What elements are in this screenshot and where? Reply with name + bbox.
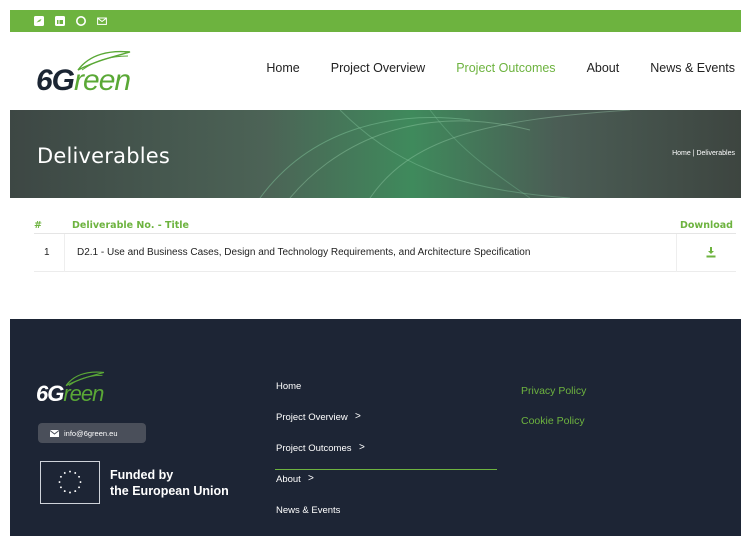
footer-nav: Home Project Overview > Project Outcomes… — [275, 377, 497, 532]
column-header-number: # — [34, 220, 42, 231]
main-nav: Home Project Overview Project Outcomes A… — [235, 61, 735, 75]
nav-home[interactable]: Home — [266, 61, 299, 75]
download-icon[interactable] — [705, 246, 717, 258]
page-title: Deliverables — [37, 144, 171, 168]
funding-statement: Funded by the European Union — [110, 467, 229, 499]
column-divider — [676, 234, 677, 272]
logo-suffix: reen — [74, 64, 131, 97]
funding-line-1: Funded by — [110, 468, 174, 482]
nav-project-outcomes[interactable]: Project Outcomes — [456, 61, 555, 75]
eu-flag-icon — [40, 461, 100, 504]
footer-nav-label: News & Events — [276, 505, 341, 516]
footer-nav-label: Project Overview — [276, 412, 348, 423]
column-header-download: Download — [680, 220, 733, 231]
email-button[interactable]: info@6green.eu — [38, 423, 146, 443]
privacy-policy-link[interactable]: Privacy Policy — [521, 385, 586, 397]
github-icon[interactable] — [76, 16, 86, 26]
footer-nav-label: Home — [276, 381, 302, 392]
footer-nav-project-overview[interactable]: Project Overview > — [275, 408, 497, 439]
site-logo[interactable]: 6Green — [36, 50, 156, 98]
footer-nav-project-outcomes[interactable]: Project Outcomes > — [275, 439, 497, 470]
column-header-title: Deliverable No. - Title — [72, 220, 190, 231]
footer-nav-news-events[interactable]: News & Events — [275, 501, 497, 532]
chevron-right-icon: > — [355, 411, 361, 422]
chevron-right-icon: > — [359, 442, 365, 453]
email-address: info@6green.eu — [64, 428, 118, 438]
deliverables-table: # Deliverable No. - Title Download 1 D2.… — [34, 218, 736, 272]
twitter-icon[interactable] — [34, 16, 44, 26]
table-header: # Deliverable No. - Title Download — [34, 218, 736, 234]
column-divider — [64, 234, 65, 272]
row-number: 1 — [44, 247, 50, 258]
table-row: 1 D2.1 - Use and Business Cases, Design … — [34, 234, 736, 272]
footer-logo[interactable]: 6Green — [36, 371, 126, 407]
email-icon — [50, 429, 59, 437]
chevron-right-icon: > — [308, 473, 314, 484]
email-icon[interactable] — [97, 16, 107, 26]
breadcrumb[interactable]: Home | Deliverables — [672, 150, 735, 157]
footer-nav-home[interactable]: Home — [275, 377, 497, 408]
logo-suffix: reen — [63, 381, 104, 406]
logo-prefix: 6G — [36, 64, 75, 97]
funding-line-2: the European Union — [110, 484, 229, 498]
nav-about[interactable]: About — [587, 61, 620, 75]
logo-prefix: 6G — [36, 381, 64, 406]
nav-project-overview[interactable]: Project Overview — [331, 61, 425, 75]
deliverable-title: D2.1 - Use and Business Cases, Design an… — [77, 247, 531, 258]
policy-links: Privacy Policy Cookie Policy — [521, 385, 586, 445]
site-footer: 6Green info@6green.eu Funded by the Euro… — [10, 319, 741, 536]
cookie-policy-link[interactable]: Cookie Policy — [521, 415, 586, 427]
nav-news-events[interactable]: News & Events — [650, 61, 735, 75]
site-header: 6Green Home Project Overview Project Out… — [10, 32, 741, 110]
footer-nav-label: Project Outcomes — [276, 443, 352, 454]
footer-nav-label: About — [276, 474, 301, 485]
page-banner: Deliverables Home | Deliverables — [10, 110, 741, 198]
social-bar — [10, 10, 741, 32]
linkedin-icon[interactable] — [55, 16, 65, 26]
footer-nav-about[interactable]: About > — [275, 470, 497, 501]
